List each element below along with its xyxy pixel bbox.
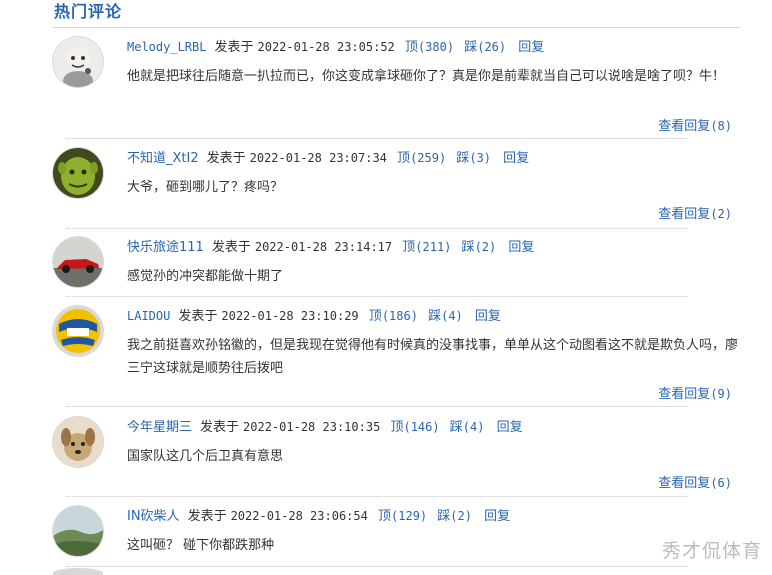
avatar — [53, 568, 103, 575]
volleyball-avatar[interactable] — [53, 306, 103, 356]
green-ogre-avatar[interactable] — [53, 148, 103, 198]
posted-label: 发表于 — [214, 40, 254, 55]
comment-item: 不知道_XtI2 发表于 2022-01-28 23:07:34 顶(259) 踩(… — [53, 148, 740, 228]
section-title: 热门评论 — [54, 2, 123, 21]
view-replies-link[interactable]: 查看回复(9) — [658, 385, 732, 404]
username-link[interactable]: IN砍柴人 — [127, 509, 180, 524]
downvote-link[interactable]: 踩(26) — [464, 40, 506, 55]
posted-label: 发表于 — [187, 509, 227, 524]
comment-item: IN砍柴人 发表于 2022-01-28 23:06:54 顶(129) 踩(2) … — [53, 506, 740, 566]
view-replies-link[interactable]: 查看回复(2) — [658, 205, 732, 224]
comment-divider — [66, 228, 687, 229]
username-link[interactable]: 今年星期三 — [127, 420, 192, 435]
downvote-link[interactable]: 踩(2) — [462, 240, 497, 255]
upvote-link[interactable]: 顶(211) — [402, 240, 451, 255]
reply-link[interactable]: 回复 — [497, 420, 523, 435]
comment-text: 大爷，砸到哪儿了？疼吗？ — [127, 180, 284, 195]
posted-label: 发表于 — [211, 240, 251, 255]
comment-meta: 今年星期三 发表于 2022-01-28 23:10:35 顶(146) 踩(4) … — [127, 417, 523, 437]
comment-divider — [66, 138, 687, 139]
comment-time: 2022-01-28 23:14:17 — [254, 240, 393, 254]
username-link[interactable]: Melody_LRBL — [127, 40, 206, 54]
upvote-link[interactable]: 顶(259) — [397, 151, 446, 166]
username-link[interactable]: 不知道_XtI2 — [127, 151, 199, 166]
comment-item: LAIDOU 发表于 2022-01-28 23:10:29 顶(186) 踩(4)… — [53, 306, 740, 404]
downvote-link[interactable]: 踩(3) — [456, 151, 491, 166]
watermark: 秀才侃体育 — [661, 540, 762, 562]
reply-link[interactable]: 回复 — [484, 509, 510, 524]
comment-divider — [66, 496, 687, 497]
hot-comments-header: 热门评论 — [53, 0, 740, 28]
upvote-link[interactable]: 顶(129) — [378, 509, 427, 524]
comment-divider — [66, 296, 687, 297]
view-replies-link[interactable]: 查看回复(6) — [658, 474, 732, 493]
comment-time: 2022-01-28 23:07:34 — [249, 151, 387, 165]
comment-item: 今年星期三 发表于 2022-01-28 23:10:35 顶(146) 踩(4) … — [53, 417, 740, 495]
comment-meta: LAIDOU 发表于 2022-01-28 23:10:29 顶(186) 踩(4)… — [127, 306, 501, 326]
comment-divider — [66, 566, 687, 567]
downvote-link[interactable]: 踩(4) — [428, 309, 463, 324]
comment-meta: 不知道_XtI2 发表于 2022-01-28 23:07:34 顶(259) 踩(… — [127, 148, 529, 168]
reply-link[interactable]: 回复 — [503, 151, 529, 166]
comment-text: 这叫砸？ 碰下你都跌那种 — [127, 538, 275, 553]
reply-link[interactable]: 回复 — [508, 240, 534, 255]
username-link[interactable]: LAIDOU — [127, 309, 170, 323]
comment-meta: Melody_LRBL 发表于 2022-01-28 23:05:52 顶(380)… — [127, 37, 544, 57]
comment-meta: 快乐旅途111 发表于 2022-01-28 23:14:17 顶(211) 踩(2… — [127, 237, 534, 257]
posted-label: 发表于 — [200, 420, 240, 435]
posted-label: 发表于 — [178, 309, 218, 324]
comment-time: 2022-01-28 23:10:29 — [221, 309, 359, 323]
comment-text: 感觉孙的冲突都能做十期了 — [127, 269, 284, 284]
comment-text: 我之前挺喜欢孙铭徽的，但是我现在觉得他有时候真的没事找事，单单从这个动图看这不就… — [127, 338, 739, 376]
username-link[interactable]: 快乐旅途111 — [127, 240, 204, 255]
downvote-link[interactable]: 踩(4) — [450, 420, 485, 435]
posted-label: 发表于 — [206, 151, 246, 166]
dog-avatar[interactable] — [53, 417, 103, 467]
red-race-car-avatar[interactable] — [53, 237, 103, 287]
reply-link[interactable]: 回复 — [475, 309, 501, 324]
comment-item: Melody_LRBL 发表于 2022-01-28 23:05:52 顶(380)… — [53, 37, 740, 137]
upvote-link[interactable]: 顶(186) — [369, 309, 418, 324]
upvote-link[interactable]: 顶(146) — [390, 420, 439, 435]
comment-divider — [66, 406, 687, 407]
view-replies-link[interactable]: 查看回复(8) — [658, 117, 732, 136]
comment-time: 2022-01-28 23:10:35 — [243, 420, 381, 434]
comment-item: 快乐旅途111 发表于 2022-01-28 23:14:17 顶(211) 踩(2… — [53, 237, 740, 295]
comment-text: 他就是把球往后随意一扒拉而已，你这变成拿球砸你了？真是你是前辈就当自己可以说啥是… — [127, 69, 726, 84]
comment-time: 2022-01-28 23:05:52 — [257, 40, 395, 54]
downvote-link[interactable]: 踩(2) — [437, 509, 472, 524]
comment-text: 国家队这几个后卫真有意思 — [127, 449, 284, 464]
reply-link[interactable]: 回复 — [518, 40, 544, 55]
comment-time: 2022-01-28 23:06:54 — [230, 509, 368, 523]
upvote-link[interactable]: 顶(380) — [405, 40, 454, 55]
landscape-avatar[interactable] — [53, 506, 103, 556]
comment-meta: IN砍柴人 发表于 2022-01-28 23:06:54 顶(129) 踩(2) … — [127, 506, 510, 526]
cartoon-figure-avatar[interactable] — [53, 37, 103, 87]
